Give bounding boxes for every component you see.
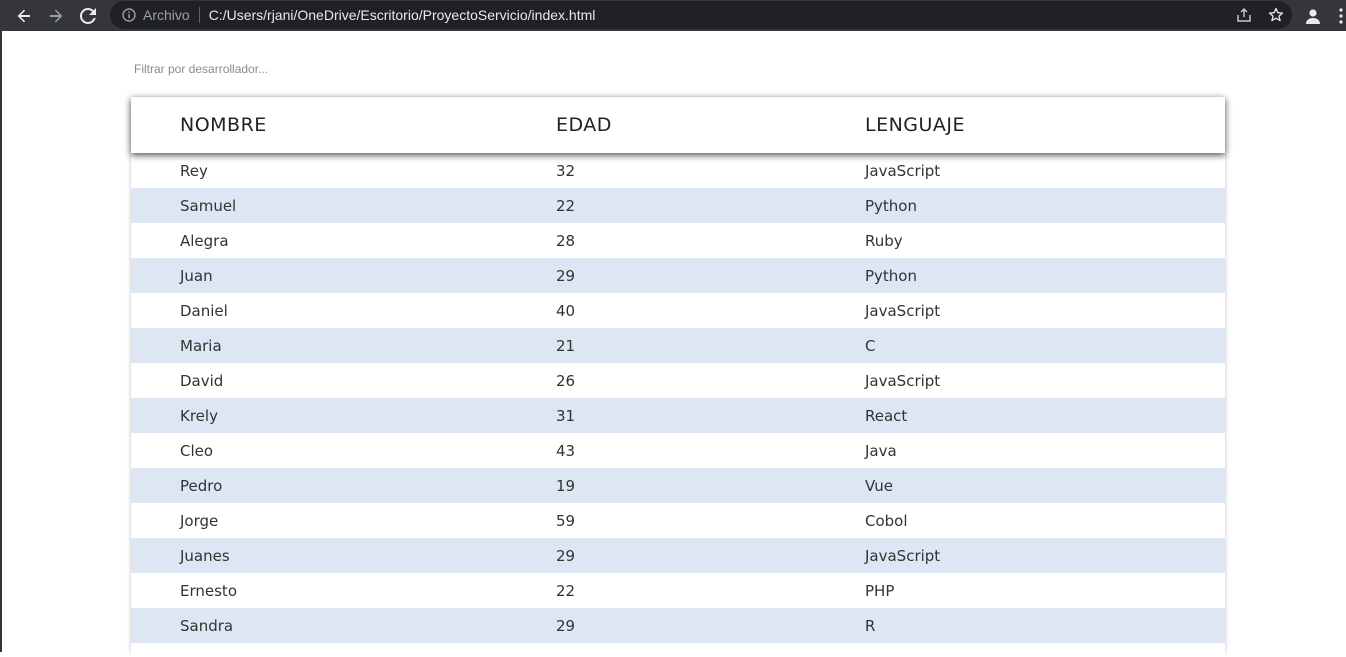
- cell-lenguaje: PHP: [865, 581, 895, 600]
- table-row: Rey 32 JavaScript: [131, 153, 1225, 188]
- table-row: Samuel 22 Python: [131, 188, 1225, 223]
- cell-lenguaje: JavaScript: [865, 371, 941, 390]
- cell-edad: 19: [556, 476, 576, 495]
- address-bar[interactable]: Archivo C:/Users/rjani/OneDrive/Escritor…: [110, 1, 1292, 29]
- cell-nombre: Pedro: [180, 476, 223, 495]
- cell-lenguaje: Cobol: [865, 511, 908, 530]
- arrow-left-icon: [17, 9, 30, 22]
- cell-nombre: Rey: [180, 161, 208, 180]
- cell-nombre: Maria: [180, 336, 222, 355]
- cell-edad: 32: [556, 161, 576, 180]
- cell-nombre: Alegra: [180, 231, 229, 250]
- cell-edad: 28: [556, 231, 576, 250]
- browser-toolbar: Archivo C:/Users/rjani/OneDrive/Escritor…: [0, 0, 1346, 31]
- share-button[interactable]: [1228, 1, 1260, 29]
- table-row: Ernesto 22 PHP: [131, 573, 1225, 608]
- cell-lenguaje: Ruby: [865, 231, 903, 250]
- info-icon[interactable]: [121, 7, 137, 23]
- cell-nombre: Juanes: [180, 546, 230, 565]
- avatar-icon: [1306, 9, 1320, 24]
- page-viewport: NOMBRE EDAD LENGUAJE Rey32JavaScriptSamu…: [0, 31, 1346, 657]
- cell-nombre: Jorge: [180, 511, 219, 530]
- cell-edad: 22: [556, 196, 576, 215]
- table-header-shadow: [131, 97, 1225, 153]
- star-icon: [1268, 7, 1284, 22]
- cell-edad: 31: [556, 406, 576, 425]
- omnibox-actions: [1228, 1, 1292, 29]
- table-row: Krely 31 React: [131, 398, 1225, 433]
- cell-nombre: Samuel: [180, 196, 237, 215]
- reload-icon: [80, 7, 96, 24]
- table-row: Daniel 40 JavaScript: [131, 293, 1225, 328]
- cell-edad: 29: [556, 546, 576, 565]
- table-row: Juanes 29 JavaScript: [131, 538, 1225, 573]
- cell-edad: 29: [556, 266, 576, 285]
- table-row: Sandra 29 R: [131, 608, 1225, 643]
- browser-menu-button[interactable]: [1336, 3, 1346, 29]
- cell-edad: 59: [556, 511, 576, 530]
- cell-lenguaje: Vue: [865, 476, 893, 495]
- cell-nombre: Ernesto: [180, 581, 237, 600]
- cell-lenguaje: JavaScript: [865, 301, 941, 320]
- cell-edad: 26: [556, 371, 576, 390]
- cell-lenguaje: R: [865, 616, 876, 635]
- developer-filter-input[interactable]: [132, 58, 532, 80]
- share-icon: [1237, 7, 1251, 22]
- forward-button[interactable]: [40, 2, 72, 30]
- reload-button[interactable]: [72, 2, 104, 30]
- cell-nombre: David: [180, 371, 224, 390]
- cell-lenguaje: Java: [865, 441, 897, 460]
- developers-table: NOMBRE EDAD LENGUAJE Rey 32 JavaScript Samu…: [131, 97, 1225, 657]
- cell-nombre: Krely: [180, 406, 218, 425]
- table-row: Juan 29 Python: [131, 258, 1225, 293]
- cell-lenguaje: C: [865, 336, 876, 355]
- cell-lenguaje: Python: [865, 196, 917, 215]
- cell-lenguaje: JavaScript: [865, 546, 941, 565]
- cell-edad: 29: [556, 616, 576, 635]
- arrow-right-icon: [50, 9, 63, 22]
- bookmark-button[interactable]: [1260, 1, 1292, 29]
- kebab-menu-icon: [1339, 8, 1343, 24]
- table-row: Pedro 19 Vue: [131, 468, 1225, 503]
- cell-lenguaje: JavaScript: [865, 161, 941, 180]
- cell-edad: 40: [556, 301, 576, 320]
- url-text[interactable]: C:/Users/rjani/OneDrive/Escritorio/Proye…: [209, 7, 596, 23]
- table-row: Cleo 43 Java: [131, 433, 1225, 468]
- cell-lenguaje: React: [865, 406, 908, 425]
- cell-edad: 21: [556, 336, 576, 355]
- profile-button[interactable]: [1300, 3, 1326, 29]
- table-row: Maria 21 C: [131, 328, 1225, 363]
- cell-edad: 43: [556, 441, 576, 460]
- cell-nombre: Juan: [180, 266, 213, 285]
- table-row: David 26 JavaScript: [131, 363, 1225, 398]
- back-button[interactable]: [8, 2, 40, 30]
- cell-nombre: Cleo: [180, 441, 214, 460]
- cell-lenguaje: Python: [865, 266, 917, 285]
- cell-nombre: Daniel: [180, 301, 228, 320]
- scheme-label: Archivo: [143, 7, 190, 23]
- omnibox-divider: [198, 7, 200, 23]
- table-row: Jorge 59 Cobol: [131, 503, 1225, 538]
- cell-nombre: Sandra: [180, 616, 234, 635]
- cell-edad: 22: [556, 581, 576, 600]
- table-row: Alegra 28 Ruby: [131, 223, 1225, 258]
